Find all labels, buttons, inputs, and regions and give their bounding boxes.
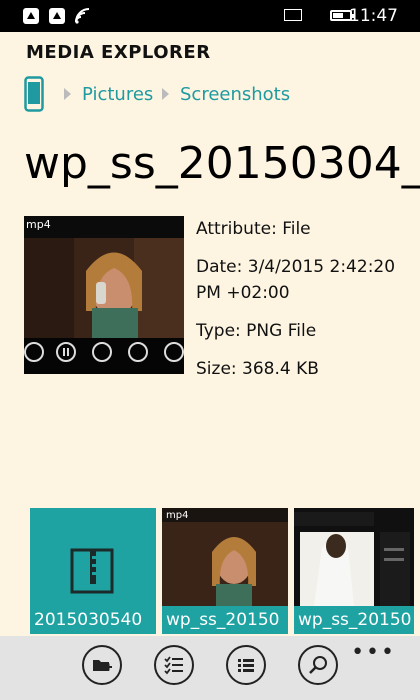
app-bar: ••• [0,636,420,700]
more-options-button[interactable]: ••• [351,640,396,665]
zip-folder-icon [70,548,114,594]
app-title: MEDIA EXPLORER [26,42,211,63]
search-button[interactable] [298,645,338,685]
breadcrumb-screenshots[interactable]: Screenshots [180,84,290,105]
list-icon [238,659,254,672]
tile-caption: wp_ss_20150 [294,606,414,634]
file-info: Attribute: File Date: 3/4/2015 2:42:20 P… [196,216,416,394]
date-line-1: Date: 3/4/2015 2:42:20 [196,257,396,277]
network-icon-2 [49,8,65,24]
size-row: Size: 368.4 KB [196,359,319,379]
date-line-2: PM +02:00 [196,283,290,303]
network-icon [23,8,39,24]
file-tiles: 2015030540 mp4 wp_ss_20150 wp_ss_20150 [0,508,420,634]
chevron-right-icon [162,88,169,100]
status-time: 11:47 [349,6,398,26]
new-folder-icon [93,660,112,671]
date-row: Date: 3/4/2015 2:42:20 PM +02:00 [196,254,416,306]
thumb-overlay-label: mp4 [26,218,51,231]
search-icon [309,656,327,674]
tile-caption: 2015030540 [30,606,156,634]
phone-icon[interactable] [24,76,44,112]
select-button[interactable] [154,645,194,685]
file-title: wp_ss_20150304_00 [24,138,420,189]
file-preview-thumbnail[interactable]: mp4 [24,216,184,374]
attribute-row: Attribute: File [196,219,311,239]
breadcrumb-pictures[interactable]: Pictures [82,84,153,105]
tile-caption: wp_ss_20150 [162,606,288,634]
sim-icon [284,9,302,21]
new-folder-button[interactable] [82,645,122,685]
tile-zip-folder[interactable]: 2015030540 [30,508,156,634]
wifi-icon [75,8,90,24]
type-row: Type: PNG File [196,321,317,341]
chevron-right-icon [64,88,71,100]
select-list-icon [164,656,183,675]
status-bar: 11:47 [0,0,420,32]
tile-screenshot-1[interactable]: mp4 wp_ss_20150 [162,508,288,634]
tile-screenshot-2[interactable]: wp_ss_20150 [294,508,414,634]
tile-overlay-label: mp4 [166,510,189,521]
list-button[interactable] [226,645,266,685]
